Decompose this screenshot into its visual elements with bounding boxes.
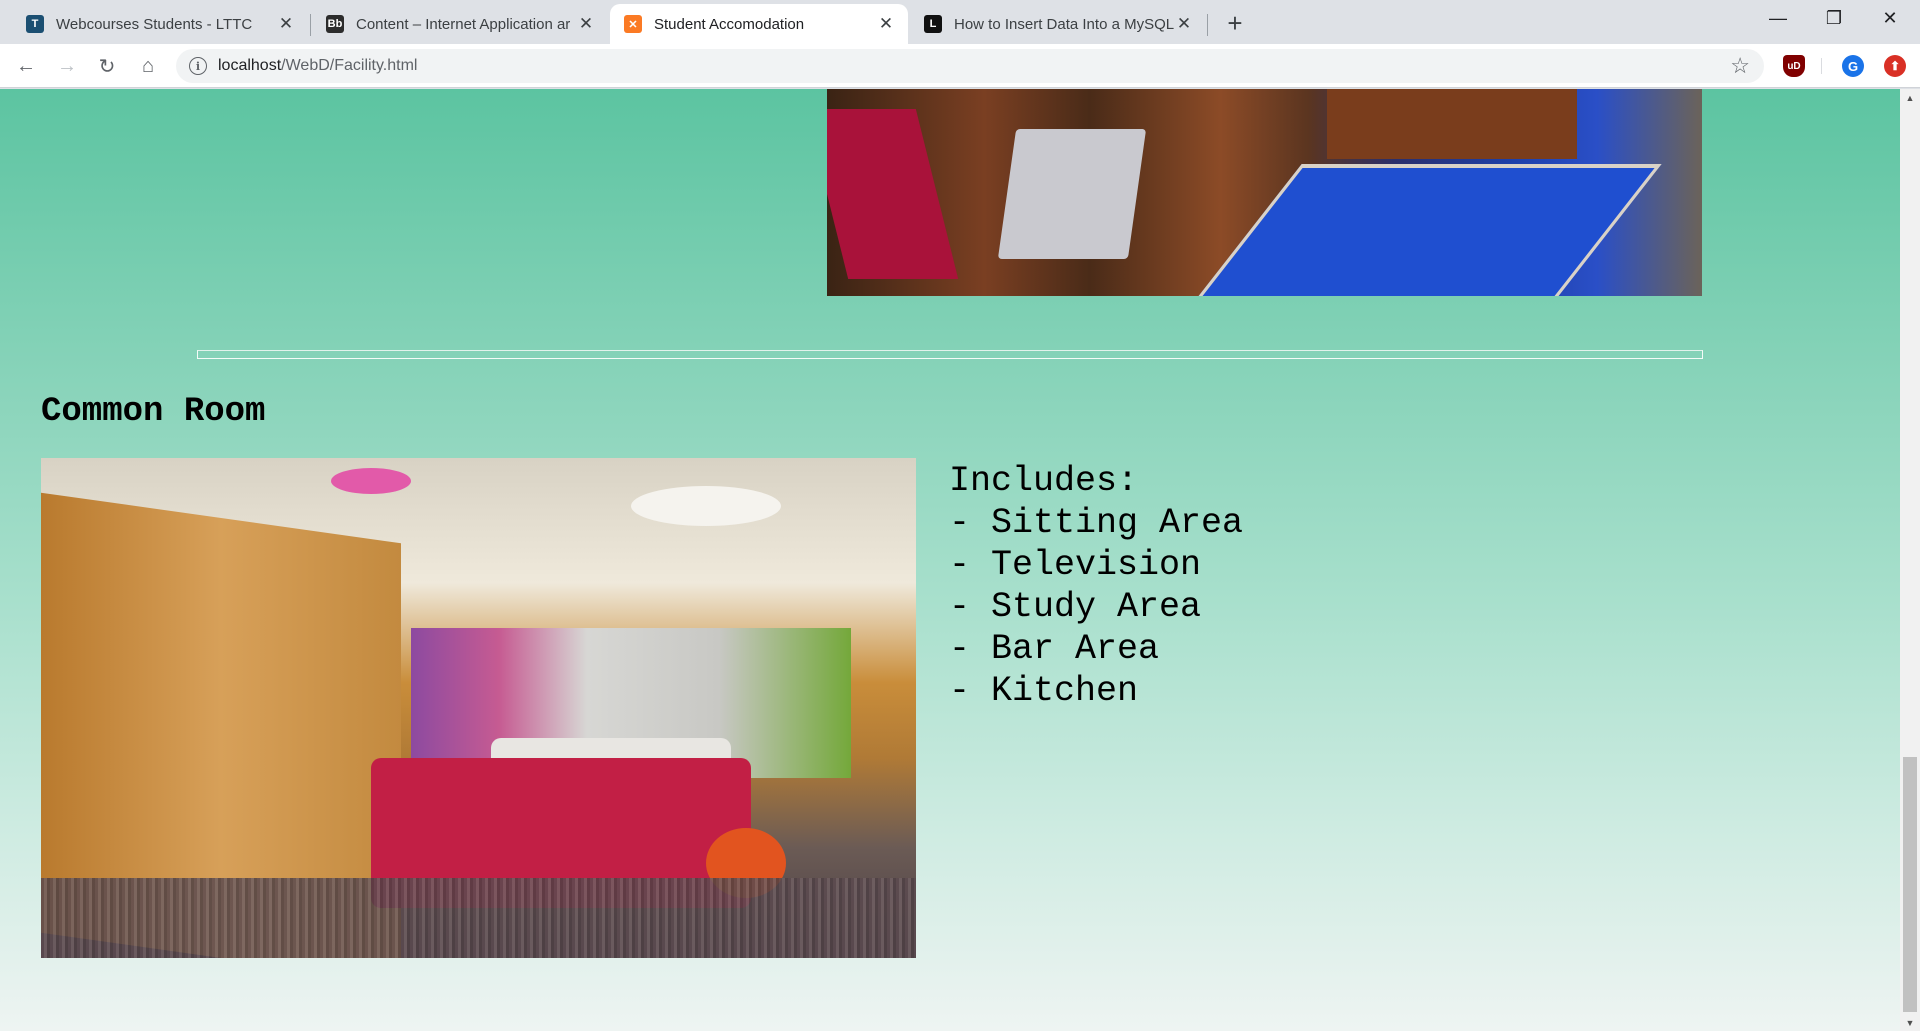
common-room-image	[41, 458, 916, 958]
features-list: Includes: - Sitting Area - Television - …	[949, 460, 1243, 712]
bookmark-star-icon[interactable]: ☆	[1730, 53, 1750, 79]
game-room-image	[827, 89, 1702, 296]
webcourses-icon: T	[26, 15, 44, 33]
scroll-up-icon[interactable]: ▲	[1900, 89, 1920, 106]
scroll-down-icon[interactable]: ▼	[1900, 1014, 1920, 1031]
tab-student-accomodation[interactable]: ✕ Student Accomodation ✕	[610, 4, 908, 44]
close-icon[interactable]: ✕	[576, 14, 596, 34]
close-icon[interactable]: ✕	[1174, 14, 1194, 34]
tab-strip: T Webcourses Students - LTTC ✕ Bb Conten…	[0, 0, 1920, 44]
ublock-icon[interactable]: uD	[1783, 55, 1805, 77]
window-close-icon[interactable]: ✕	[1862, 0, 1918, 36]
feature-item: - Television	[949, 545, 1202, 585]
feature-item: - Bar Area	[949, 629, 1160, 669]
extension-icon[interactable]: ⬆	[1884, 55, 1906, 77]
feature-item: - Kitchen	[949, 671, 1139, 711]
reload-icon[interactable]: ↻	[91, 50, 123, 82]
vertical-scrollbar[interactable]: ▲ ▼	[1900, 89, 1920, 1031]
scrollbar-thumb[interactable]	[1903, 757, 1917, 1012]
minimize-icon[interactable]: ―	[1750, 0, 1806, 36]
forward-icon[interactable]: →	[51, 50, 83, 82]
tab-separator	[310, 14, 311, 36]
tab-title: Content – Internet Application ar	[356, 15, 571, 33]
blackboard-icon: Bb	[326, 15, 344, 33]
toolbar-separator	[1821, 58, 1822, 74]
url-host: localhost	[218, 57, 282, 74]
close-icon[interactable]: ✕	[276, 14, 296, 34]
tab-title: Student Accomodation	[654, 15, 805, 33]
info-icon[interactable]: i	[189, 57, 207, 75]
url-path: /WebD/Facility.html	[281, 57, 418, 74]
section-title: Common Room	[41, 393, 266, 431]
feature-item: - Study Area	[949, 587, 1202, 627]
page-viewport: Common Room Includes: - Sitting Area - T…	[0, 89, 1900, 1031]
account-avatar[interactable]: G	[1842, 55, 1864, 77]
tab-mysql[interactable]: L How to Insert Data Into a MySQL ✕	[910, 4, 1206, 44]
close-icon[interactable]: ✕	[876, 14, 896, 34]
browser-toolbar: ← → ↻ ⌂ i localhost/WebD/Facility.html ☆…	[0, 44, 1920, 88]
restore-icon[interactable]: ❐	[1806, 0, 1862, 36]
tab-content[interactable]: Bb Content – Internet Application ar ✕	[312, 4, 608, 44]
home-icon[interactable]: ⌂	[132, 50, 164, 82]
tab-separator	[1207, 14, 1208, 36]
lifewire-icon: L	[924, 15, 942, 33]
new-tab-icon[interactable]: +	[1220, 8, 1250, 38]
feature-item: - Sitting Area	[949, 503, 1244, 543]
tab-webcourses[interactable]: T Webcourses Students - LTTC ✕	[12, 4, 308, 44]
back-icon[interactable]: ←	[10, 50, 42, 82]
address-bar[interactable]: i localhost/WebD/Facility.html ☆	[176, 49, 1764, 83]
includes-label: Includes:	[949, 461, 1139, 501]
tab-title: Webcourses Students - LTTC	[56, 15, 253, 33]
tab-title: How to Insert Data Into a MySQL	[954, 15, 1174, 33]
horizontal-rule	[197, 350, 1703, 359]
address-url[interactable]: localhost/WebD/Facility.html	[218, 57, 417, 75]
xampp-icon: ✕	[624, 15, 642, 33]
